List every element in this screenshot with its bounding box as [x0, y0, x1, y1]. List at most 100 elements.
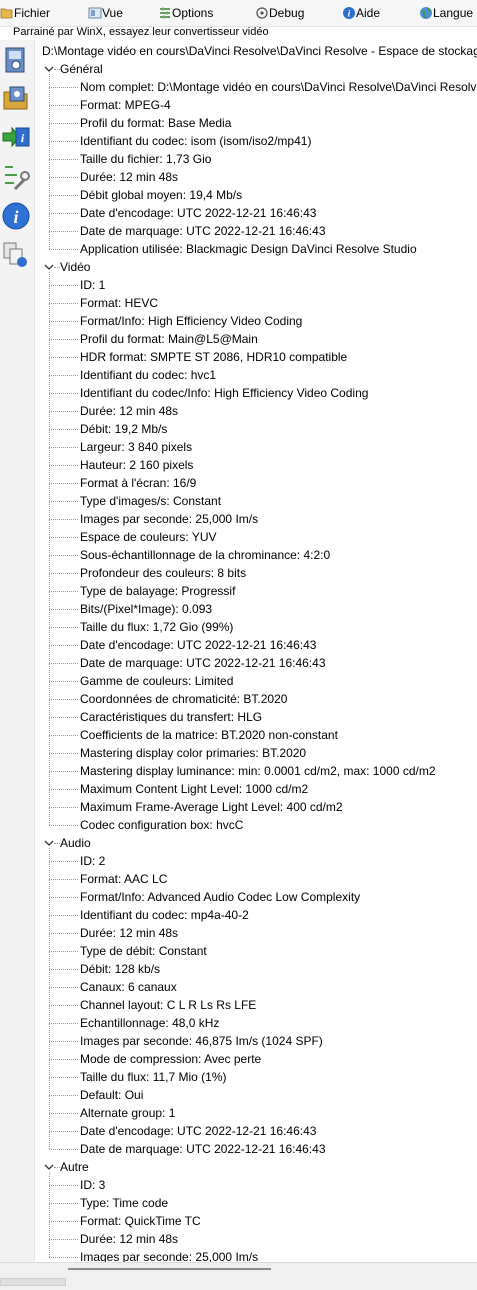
sidebar-open-folder-button[interactable]	[1, 83, 31, 113]
tree-item[interactable]: Débit: 128 kb/s	[80, 960, 160, 978]
menu-aide[interactable]: i Aide	[342, 5, 386, 21]
tree-connector	[49, 717, 78, 718]
tree-item[interactable]: Coefficients de la matrice: BT.2020 non-…	[80, 726, 338, 744]
tree-item[interactable]: Mode de compression: Avec perte	[80, 1050, 261, 1068]
tree-item[interactable]: Format/Info: Advanced Audio Codec Low Co…	[80, 888, 360, 906]
tree-item[interactable]: Codec configuration box: hvcC	[80, 816, 243, 834]
tree-item[interactable]: Maximum Frame-Average Light Level: 400 c…	[80, 798, 343, 816]
menu-vue-label: Vue	[102, 6, 123, 20]
tree-item[interactable]: Format: AAC LC	[80, 870, 167, 888]
collapse-chevron-icon[interactable]	[44, 262, 54, 272]
sidebar-export-button[interactable]: i	[1, 122, 31, 152]
tree-item[interactable]: Profondeur des couleurs: 8 bits	[80, 564, 246, 582]
tree-item[interactable]: HDR format: SMPTE ST 2086, HDR10 compati…	[80, 348, 347, 366]
menu-options[interactable]: Options	[158, 5, 220, 21]
tree-item[interactable]: Type de balayage: Progressif	[80, 582, 235, 600]
tree-item[interactable]: Channel layout: C L R Ls Rs LFE	[80, 996, 256, 1014]
menu-bar: Fichier Vue Options Debug i Aide Langue	[0, 0, 477, 27]
tree-item[interactable]: ID: 3	[80, 1176, 105, 1194]
menu-vue[interactable]: Vue	[88, 5, 128, 21]
tree-item[interactable]: Taille du flux: 11,7 Mio (1%)	[80, 1068, 227, 1086]
tree-item[interactable]: Identifiant du codec: mp4a-40-2	[80, 906, 249, 924]
tree-item[interactable]: ID: 1	[80, 276, 105, 294]
tree-connector	[49, 195, 78, 196]
tree-connector	[49, 555, 78, 556]
tree-item[interactable]: Mastering display color primaries: BT.20…	[80, 744, 306, 762]
tree-item[interactable]: Mastering display luminance: min: 0.0001…	[80, 762, 436, 780]
tree-item[interactable]: Hauteur: 2 160 pixels	[80, 456, 193, 474]
menu-langue[interactable]: Langue	[419, 5, 477, 21]
tree-connector	[49, 1113, 78, 1114]
section-3[interactable]: Autre	[60, 1158, 89, 1176]
tree-item[interactable]: Taille du flux: 1,72 Gio (99%)	[80, 618, 233, 636]
tree-item[interactable]: Durée: 12 min 48s	[80, 1230, 178, 1248]
tree-connector	[49, 1059, 78, 1060]
collapse-chevron-icon[interactable]	[44, 64, 54, 74]
tree-item[interactable]: Sous-échantillonnage de la chrominance: …	[80, 546, 330, 564]
tree-item[interactable]: Gamme de couleurs: Limited	[80, 672, 233, 690]
info-tree[interactable]: D:\Montage vidéo en cours\DaVinci Resolv…	[34, 40, 477, 1262]
tree-connector	[49, 159, 78, 160]
tree-item[interactable]: Images par seconde: 46,875 Im/s (1024 SP…	[80, 1032, 323, 1050]
tree-connector	[49, 447, 78, 448]
sidebar-open-file-button[interactable]	[1, 45, 31, 75]
tree-item[interactable]: Caractéristiques du transfert: HLG	[80, 708, 262, 726]
tree-item[interactable]: Date d'encodage: UTC 2022-12-21 16:46:43	[80, 1122, 316, 1140]
sidebar-about-button[interactable]: i	[1, 201, 31, 231]
tree-root-path[interactable]: D:\Montage vidéo en cours\DaVinci Resolv…	[42, 42, 477, 60]
tree-item[interactable]: Format: QuickTime TC	[80, 1212, 201, 1230]
tree-item[interactable]: Format à l'écran: 16/9	[80, 474, 196, 492]
tree-item[interactable]: ID: 2	[80, 852, 105, 870]
status-bar	[0, 1262, 477, 1290]
tree-item[interactable]: Default: Oui	[80, 1086, 143, 1104]
tree-item[interactable]: Durée: 12 min 48s	[80, 924, 178, 942]
tree-item[interactable]: Taille du fichier: 1,73 Gio	[80, 150, 211, 168]
tree-item[interactable]: Date de marquage: UTC 2022-12-21 16:46:4…	[80, 1140, 326, 1158]
tree-item[interactable]: Identifiant du codec: isom (isom/iso2/mp…	[80, 132, 311, 150]
tree-item[interactable]: Format: HEVC	[80, 294, 158, 312]
tree-item[interactable]: Date de marquage: UTC 2022-12-21 16:46:4…	[80, 222, 326, 240]
tree-item[interactable]: Débit: 19,2 Mb/s	[80, 420, 167, 438]
tree-item[interactable]: Identifiant du codec: hvc1	[80, 366, 216, 384]
tree-item[interactable]: Application utilisée: Blackmagic Design …	[80, 240, 417, 258]
tree-item[interactable]: Identifiant du codec/Info: High Efficien…	[80, 384, 368, 402]
tree-item[interactable]: Bits/(Pixel*Image): 0.093	[80, 600, 212, 618]
collapse-chevron-icon[interactable]	[44, 838, 54, 848]
tree-item[interactable]: Durée: 12 min 48s	[80, 168, 178, 186]
tree-item[interactable]: Durée: 12 min 48s	[80, 402, 178, 420]
tree-item[interactable]: Echantillonnage: 48,0 kHz	[80, 1014, 219, 1032]
tree-item[interactable]: Images par seconde: 25,000 Im/s	[80, 510, 258, 528]
tree-item[interactable]: Type d'images/s: Constant	[80, 492, 221, 510]
tree-item[interactable]: Format/Info: High Efficiency Video Codin…	[80, 312, 302, 330]
tree-connector	[49, 681, 78, 682]
tree-item[interactable]: Espace de couleurs: YUV	[80, 528, 217, 546]
section-1[interactable]: Vidéo	[60, 258, 90, 276]
sidebar-compare-button[interactable]	[1, 240, 31, 270]
menu-debug[interactable]: Debug	[255, 5, 307, 21]
tree-item[interactable]: Alternate group: 1	[80, 1104, 175, 1122]
section-0[interactable]: Général	[60, 60, 103, 78]
tree-item[interactable]: Profil du format: Main@L5@Main	[80, 330, 258, 348]
tree-item[interactable]: Maximum Content Light Level: 1000 cd/m2	[80, 780, 308, 798]
tree-item[interactable]: Coordonnées de chromaticité: BT.2020	[80, 690, 287, 708]
tree-item[interactable]: Largeur: 3 840 pixels	[80, 438, 192, 456]
section-2[interactable]: Audio	[60, 834, 91, 852]
menu-fichier[interactable]: Fichier	[0, 5, 52, 21]
tree-item[interactable]: Date de marquage: UTC 2022-12-21 16:46:4…	[80, 654, 326, 672]
collapse-chevron-icon[interactable]	[44, 1162, 54, 1172]
tree-item[interactable]: Nom complet: D:\Montage vidéo en cours\D…	[80, 78, 477, 96]
sidebar-preferences-button[interactable]	[1, 162, 31, 192]
tree-item[interactable]: Débit global moyen: 19,4 Mb/s	[80, 186, 242, 204]
tree-connector	[49, 735, 78, 736]
sponsor-link[interactable]: Parrainé par WinX, essayez leur converti…	[13, 25, 269, 39]
tree-item[interactable]: Images par seconde: 25,000 Im/s	[80, 1248, 258, 1262]
tree-item[interactable]: Profil du format: Base Media	[80, 114, 231, 132]
tree-item[interactable]: Date d'encodage: UTC 2022-12-21 16:46:43	[80, 204, 316, 222]
horizontal-scrollbar-thumb[interactable]	[68, 1268, 271, 1270]
tree-item[interactable]: Date d'encodage: UTC 2022-12-21 16:46:43	[80, 636, 316, 654]
tree-item[interactable]: Type: Time code	[80, 1194, 168, 1212]
tree-item[interactable]: Format: MPEG-4	[80, 96, 171, 114]
tree-item[interactable]: Canaux: 6 canaux	[80, 978, 177, 996]
tree-connector	[49, 987, 78, 988]
tree-item[interactable]: Type de débit: Constant	[80, 942, 207, 960]
